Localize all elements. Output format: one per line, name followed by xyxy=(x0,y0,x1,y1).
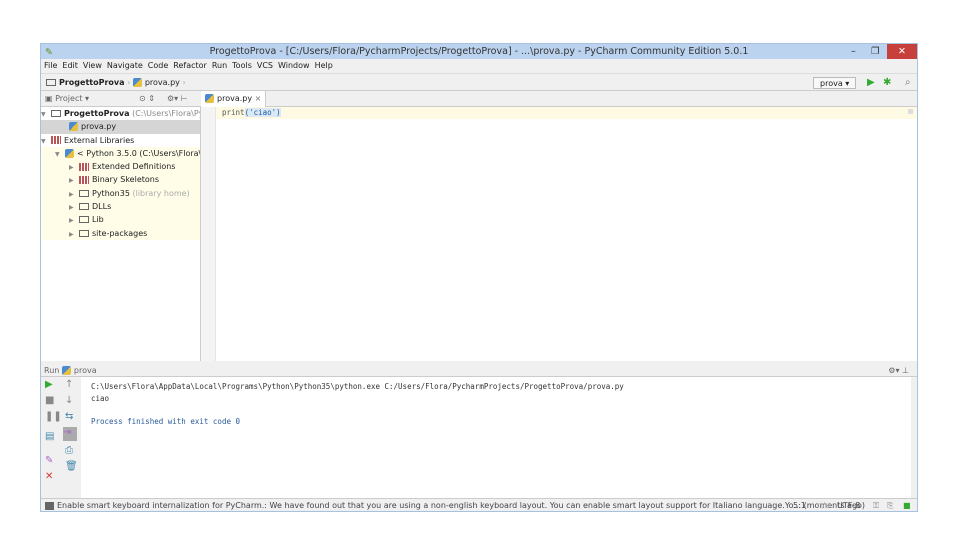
library-icon xyxy=(79,162,89,171)
code-line[interactable]: print('ciao') xyxy=(216,107,917,119)
menu-run[interactable]: Run xyxy=(212,61,227,70)
menu-bar: File Edit View Navigate Code Refactor Run Tools… xyxy=(41,59,917,72)
menu-window[interactable]: Window xyxy=(278,61,310,70)
scroll-to-end-icon[interactable]: ⇥ xyxy=(63,427,77,441)
library-icon xyxy=(51,136,61,145)
tree-item[interactable]: ▶ DLLs xyxy=(41,200,200,214)
line-separator[interactable]: n/a xyxy=(817,499,830,513)
status-message[interactable]: Enable smart keyboard internalization fo… xyxy=(57,501,865,510)
python-file-icon xyxy=(69,122,78,132)
tree-external-libraries[interactable]: ▼ External Libraries xyxy=(41,134,200,147)
menu-tools[interactable]: Tools xyxy=(232,61,252,70)
folder-icon xyxy=(79,216,89,224)
run-panel-header: Run prova ⚙▾ ⊥ xyxy=(41,364,917,377)
minimize-button[interactable]: – xyxy=(851,44,856,59)
up-arrow-icon[interactable]: ↑ xyxy=(65,379,73,390)
trash-icon[interactable]: 🗑 xyxy=(65,461,78,472)
run-config-select[interactable]: prova ▾ xyxy=(813,77,857,89)
gear-icon[interactable]: ⚙▾ ⊢ xyxy=(167,91,188,107)
project-toolbar: ▣ Project ▾ ⊙ ⇕ ⚙▾ ⊢ xyxy=(41,91,201,107)
menu-vcs[interactable]: VCS xyxy=(257,61,273,70)
console-output[interactable]: C:\Users\Flora\AppData\Local\Programs\Py… xyxy=(81,377,911,498)
stop-button[interactable]: ■ xyxy=(45,395,54,406)
soft-wrap-icon[interactable]: ⇆ xyxy=(65,411,73,422)
search-icon[interactable]: ⌕ xyxy=(905,74,911,92)
run-toolbar: ▶ ↑ ■ ↓ ❚❚ ⇆ ▤ ⇥ ⎙ ✎ 🗑 ✕ xyxy=(41,377,81,498)
breadcrumb-file[interactable]: prova.py xyxy=(145,78,180,87)
tool-windows-icon[interactable] xyxy=(45,501,54,510)
dump-threads-icon[interactable]: ▤ xyxy=(45,431,54,442)
pycharm-logo-icon: ✎ xyxy=(45,47,53,58)
pycharm-window: ✎ ProgettoProva - [C:/Users/Flora/Pychar… xyxy=(40,43,918,512)
title-bar: ✎ ProgettoProva - [C:/Users/Flora/Pychar… xyxy=(41,44,917,59)
status-bar: Enable smart keyboard internalization fo… xyxy=(41,498,917,512)
pin-icon[interactable]: ✎ xyxy=(45,455,53,466)
python-icon xyxy=(61,366,71,375)
gutter xyxy=(201,107,216,361)
menu-help[interactable]: Help xyxy=(315,61,333,70)
close-tab-icon[interactable]: × xyxy=(255,94,262,103)
rerun-button[interactable]: ▶ xyxy=(45,379,53,390)
inspection-indicator[interactable] xyxy=(908,109,913,114)
menu-navigate[interactable]: Navigate xyxy=(107,61,143,70)
run-button[interactable]: ▶ xyxy=(867,74,875,92)
down-arrow-icon[interactable]: ↓ xyxy=(65,395,73,406)
tree-root[interactable]: ▼ ProgettoProva (C:\Users\Flora\Pyd xyxy=(41,107,200,120)
window-title: ProgettoProva - [C:/Users/Flora/PycharmP… xyxy=(209,46,749,57)
menu-code[interactable]: Code xyxy=(148,61,168,70)
tab-prova-py[interactable]: prova.py × xyxy=(201,91,267,107)
console-line: C:\Users\Flora\AppData\Local\Programs\Py… xyxy=(91,382,624,391)
tree-file[interactable]: prova.py xyxy=(41,120,200,134)
python-file-icon xyxy=(205,94,214,103)
inspector-icon[interactable]: ⎘ xyxy=(887,499,893,513)
menu-file[interactable]: File xyxy=(44,61,57,70)
python-icon xyxy=(65,148,74,158)
close-run-icon[interactable]: ✕ xyxy=(45,471,53,482)
breadcrumb: ProgettoProva › prova.py › prova ▾ ▶ ✱ ⌕ xyxy=(41,73,917,91)
menu-view[interactable]: View xyxy=(83,61,102,70)
pause-button[interactable]: ❚❚ xyxy=(45,411,62,422)
menu-refactor[interactable]: Refactor xyxy=(173,61,207,70)
tree-item[interactable]: ▶ Extended Definitions xyxy=(41,160,200,174)
console-line: ciao xyxy=(91,393,110,403)
tree-item[interactable]: ▶ Python35 (library home) xyxy=(41,186,200,201)
project-view-select[interactable]: ▣ Project ▾ xyxy=(45,94,89,103)
encoding[interactable]: UTF-8 xyxy=(837,499,860,513)
maximize-button[interactable]: ❐ xyxy=(871,44,880,59)
folder-icon xyxy=(46,79,56,86)
library-icon xyxy=(79,175,89,184)
breadcrumb-project[interactable]: ProgettoProva xyxy=(59,78,125,87)
menu-edit[interactable]: Edit xyxy=(62,61,78,70)
folder-icon xyxy=(79,229,89,237)
caret-position[interactable]: 5:1 xyxy=(793,499,806,513)
tree-item[interactable]: ▶ Binary Skeletons xyxy=(41,173,200,187)
project-tree: ▼ ProgettoProva (C:\Users\Flora\Pyd prova… xyxy=(41,107,201,361)
code-editor[interactable]: print('ciao') xyxy=(201,107,917,361)
tree-item[interactable]: ▶ Lib xyxy=(41,213,200,227)
python-file-icon xyxy=(132,78,142,87)
print-icon[interactable]: ⎙ xyxy=(65,445,73,456)
lock-icon[interactable]: ⚿ xyxy=(873,499,879,513)
folder-icon xyxy=(79,203,89,211)
tree-item[interactable]: ▶ site-packages xyxy=(41,226,200,240)
folder-icon xyxy=(79,189,89,197)
sync-icon[interactable]: ⊙ ⇕ xyxy=(139,91,155,107)
editor-tabs: prova.py × xyxy=(201,91,917,107)
event-log-icon[interactable]: ■ xyxy=(903,499,911,513)
tree-sdk[interactable]: ▼ < Python 3.5.0 (C:\Users\Flora\A xyxy=(41,146,200,161)
settings-icon[interactable]: ⚙▾ ⊥ xyxy=(888,364,909,377)
close-button[interactable]: ✕ xyxy=(887,44,917,59)
debug-button[interactable]: ✱ xyxy=(883,74,891,92)
console-line: Process finished with exit code 0 xyxy=(91,416,241,426)
